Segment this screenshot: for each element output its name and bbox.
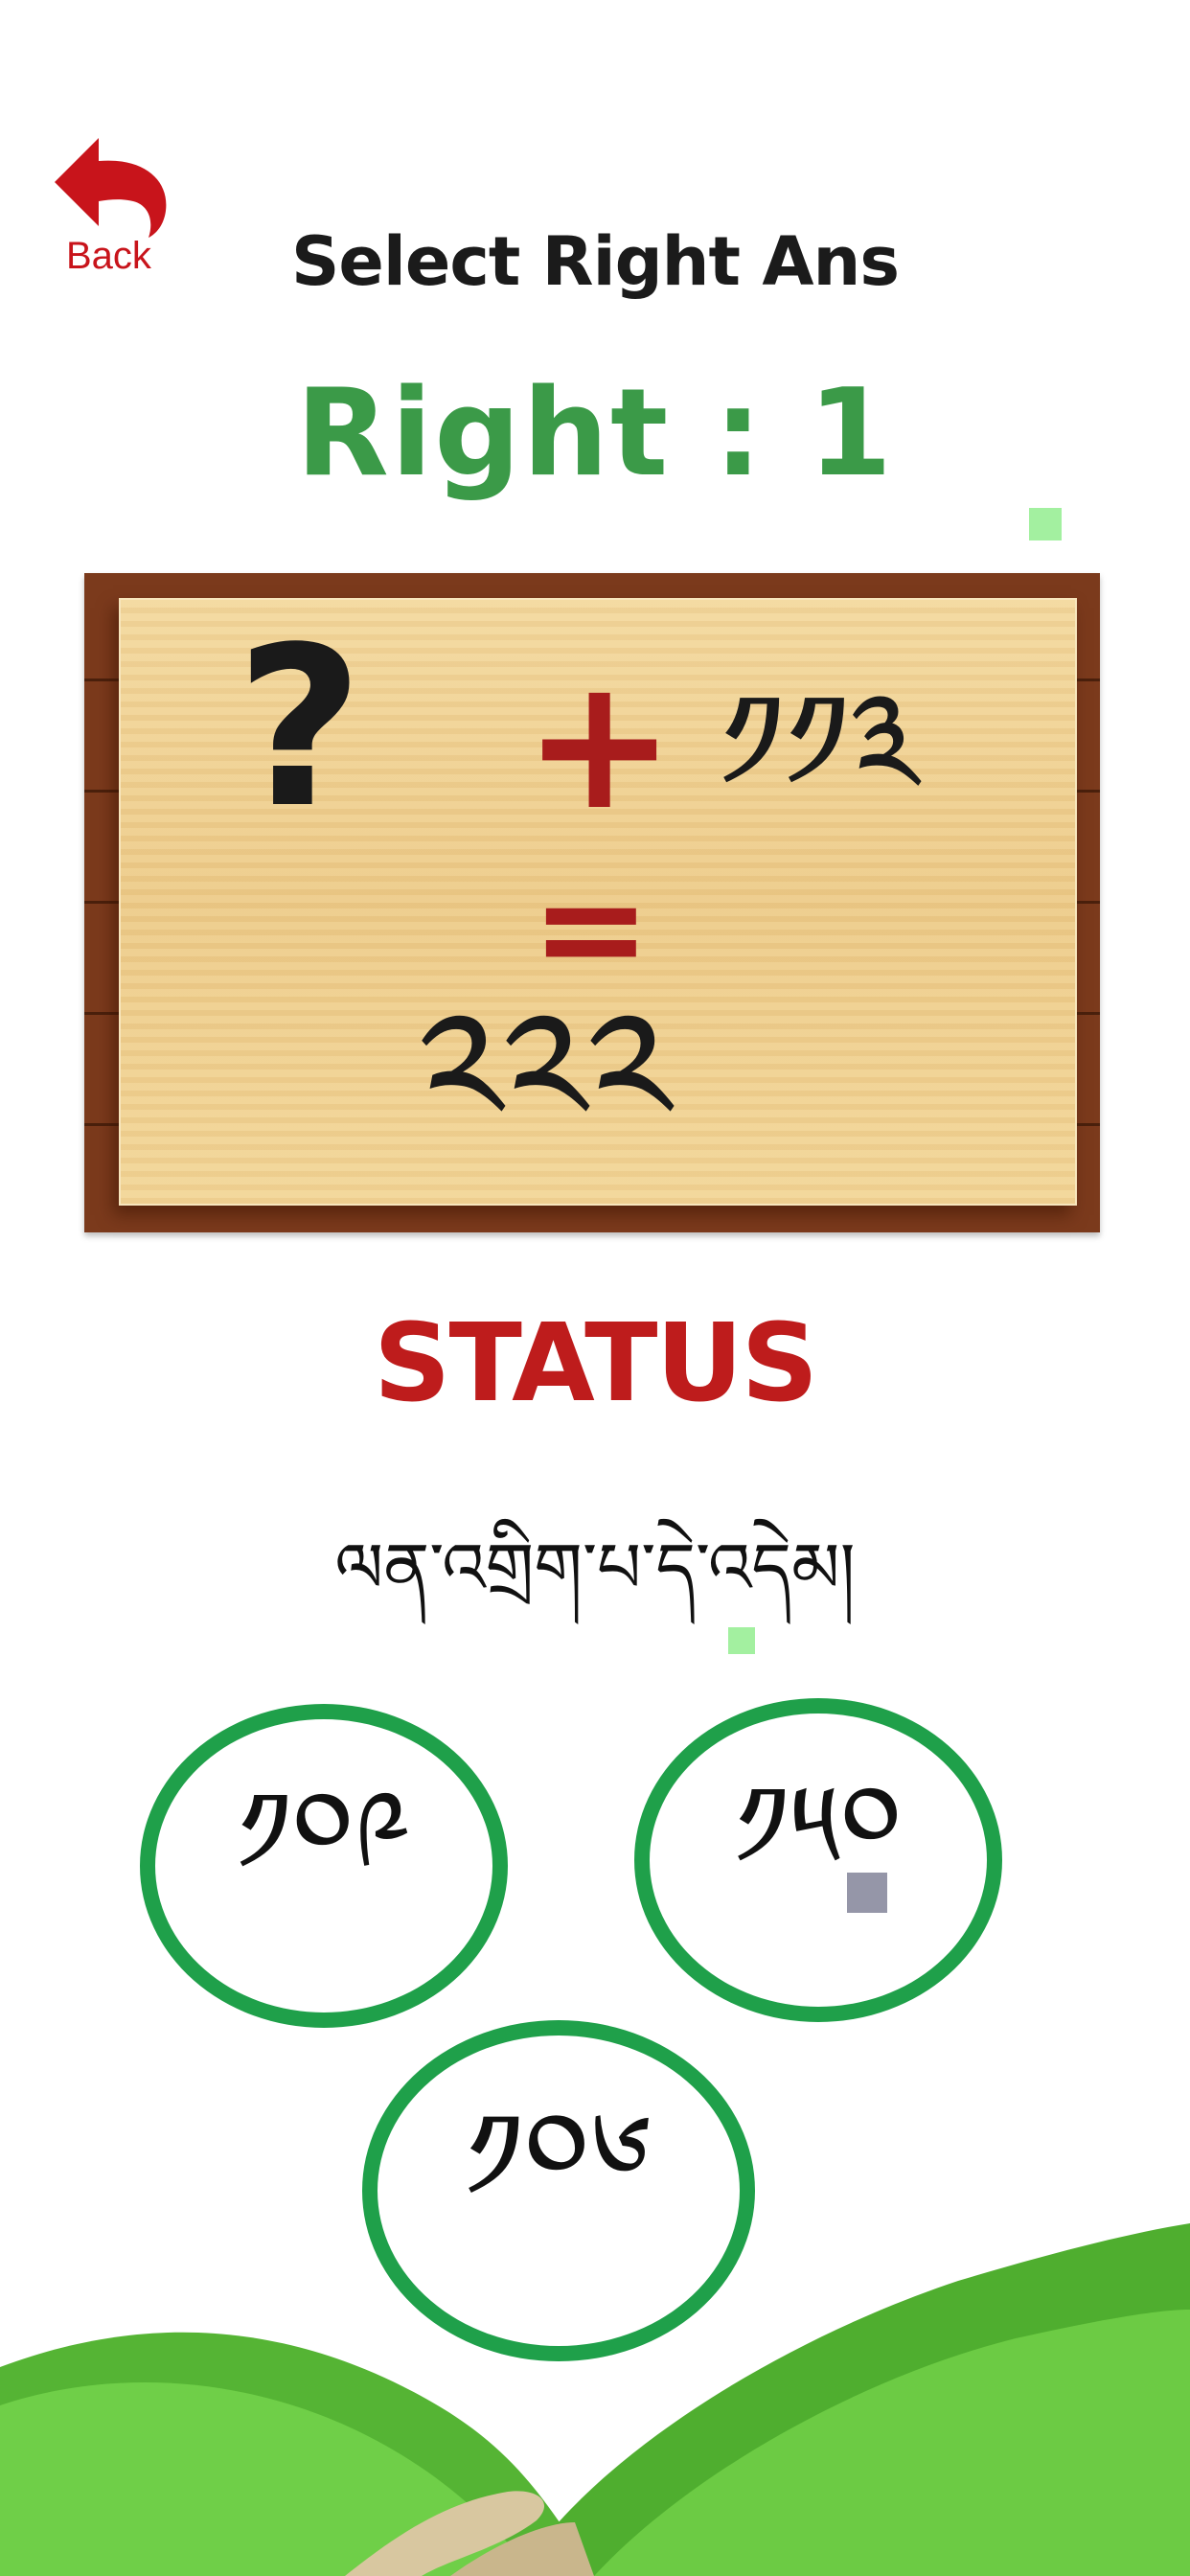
known-operand: ༡༡༣ bbox=[720, 665, 919, 821]
decor-square bbox=[847, 1873, 887, 1913]
status-title: STATUS bbox=[373, 1301, 818, 1426]
score-counter: Right : 1 bbox=[295, 362, 895, 503]
result-value: ༢༢༢ bbox=[418, 978, 672, 1167]
plus-operator: + bbox=[523, 638, 676, 850]
board-wood-panel: ? + ༡༡༣ = ༢༢༢ bbox=[119, 598, 1077, 1206]
page-title: Select Right Ans bbox=[290, 222, 900, 301]
answer-choice-2[interactable]: ༡༥༠ bbox=[634, 1698, 1002, 2022]
answer-choice-1[interactable]: ༡༠༩ bbox=[140, 1704, 508, 2028]
answer-choice-label: ༡༠༩ bbox=[237, 1766, 411, 1898]
question-board: ? + ༡༡༣ = ༢༢༢ bbox=[84, 573, 1100, 1232]
decor-square bbox=[1029, 508, 1062, 540]
unknown-operand: ? bbox=[236, 601, 364, 857]
decor-square bbox=[728, 1627, 755, 1654]
answer-choice-label: ༡༥༠ bbox=[734, 1760, 903, 1893]
status-message: ལན་འགྲིག་པ་དེ་འདེམ། bbox=[334, 1528, 856, 1608]
hills-illustration bbox=[0, 2223, 1190, 2576]
